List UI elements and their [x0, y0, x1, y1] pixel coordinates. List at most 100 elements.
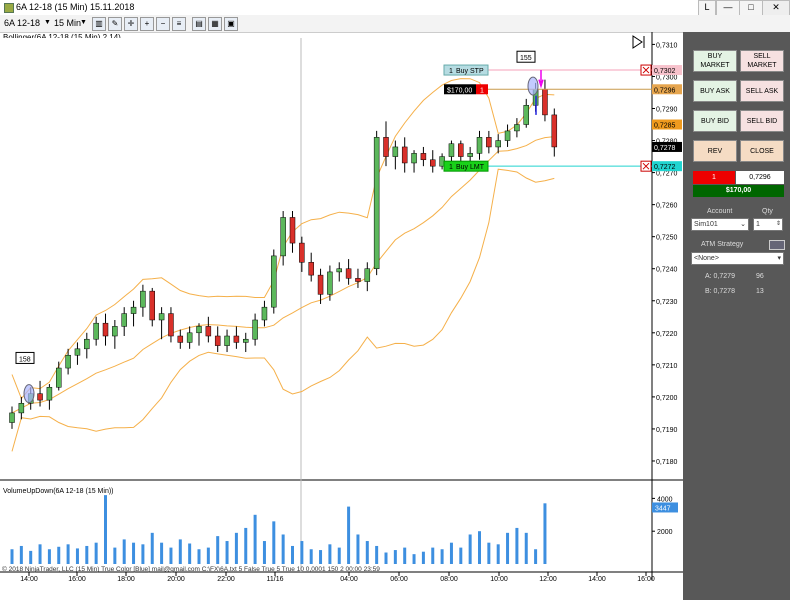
- volume-bar: [515, 527, 519, 564]
- buy-limit-qty: 1: [449, 164, 453, 171]
- help-button[interactable]: L: [698, 0, 716, 16]
- zoom-in-icon[interactable]: +: [140, 17, 154, 31]
- volume-bar: [449, 542, 453, 564]
- signal-ellipse-left: [23, 384, 35, 404]
- buy-bid-button[interactable]: BUY BID: [693, 110, 737, 132]
- volume-bar: [188, 543, 192, 564]
- volume-bar: [487, 542, 491, 564]
- candle-body: [486, 137, 492, 148]
- price-tick-label: 0,7230: [656, 299, 678, 306]
- candle-body: [65, 354, 71, 369]
- app-icon: [4, 3, 14, 13]
- bar-type-icon[interactable]: ▥: [92, 17, 106, 31]
- atm-strategy-label: ATM Strategy: [701, 241, 744, 248]
- price-panel[interactable]: [0, 38, 652, 477]
- candle-body: [289, 217, 296, 244]
- volume-bar: [291, 545, 294, 564]
- volume-bar: [197, 549, 201, 564]
- properties-icon[interactable]: ≡: [172, 17, 186, 31]
- close-button[interactable]: ✕: [762, 0, 790, 16]
- maximize-button[interactable]: □: [739, 0, 763, 16]
- candle-body: [196, 326, 202, 334]
- price-tag-upper-label: 0,7296: [654, 87, 676, 94]
- volume-bar: [150, 532, 154, 564]
- sell-market-button[interactable]: SELL MARKET: [740, 50, 784, 72]
- candle-body: [364, 268, 371, 282]
- candle-body: [112, 326, 118, 337]
- candle-body: [383, 137, 389, 157]
- volume-bar: [234, 532, 238, 564]
- sell-bid-button[interactable]: SELL BID: [740, 110, 784, 132]
- candle-body: [186, 332, 193, 343]
- candle-body: [243, 338, 249, 343]
- candle-body: [214, 335, 221, 346]
- candle-body: [299, 242, 305, 263]
- time-tick-label: 16:00: [637, 576, 655, 583]
- atm-strategy-select[interactable]: <None> ▾: [691, 252, 784, 265]
- atm-dropdown-icon[interactable]: ▾: [777, 253, 783, 264]
- candle-body: [336, 268, 342, 273]
- volume-bar: [347, 506, 351, 564]
- candle-body: [205, 326, 212, 337]
- price-tick-label: 0,7220: [656, 331, 678, 338]
- crosshair-icon[interactable]: ✛: [124, 17, 138, 31]
- pnl-tag-value: $170,00: [447, 87, 472, 94]
- interval-dropdown-icon[interactable]: ▼: [80, 16, 87, 30]
- volume-bar: [169, 547, 173, 564]
- title-bar: 6A 12-18 (15 Min) 15.11.2018 L — □ ✕: [0, 0, 790, 16]
- volume-bar: [534, 549, 538, 564]
- strategies-icon[interactable]: ▦: [208, 17, 222, 31]
- quantity-field[interactable]: 1 ⇕: [753, 218, 783, 231]
- volume-bar: [281, 534, 285, 564]
- candle-body: [177, 335, 184, 343]
- buy-stop-qty: 1: [449, 68, 453, 75]
- interval-selector[interactable]: 15 Min: [54, 16, 81, 30]
- chart-area[interactable]: 0,73100,73000,72900,72800,72700,72600,72…: [0, 32, 683, 600]
- position-quantity: 1: [693, 171, 735, 184]
- candle-body: [514, 124, 520, 132]
- time-tick-label: 04:00: [340, 576, 358, 583]
- zoom-out-icon[interactable]: −: [156, 17, 170, 31]
- volume-bar: [543, 503, 547, 564]
- candle-body: [411, 153, 417, 164]
- volume-tick-label: 2000: [657, 529, 673, 536]
- volume-bar: [160, 542, 164, 564]
- volume-bar: [478, 531, 481, 564]
- volume-bar: [57, 546, 61, 564]
- volume-bar: [47, 549, 51, 564]
- account-dropdown-icon[interactable]: ⌄: [740, 219, 748, 230]
- chart-trader-icon[interactable]: ▣: [224, 17, 238, 31]
- candle-body: [130, 306, 137, 314]
- ask-size: 96: [756, 273, 764, 280]
- qty-label: Qty: [762, 208, 773, 215]
- time-tick-label: 22:00: [217, 576, 235, 583]
- volume-bar: [524, 532, 528, 564]
- unrealized-pnl: $170,00: [693, 185, 784, 197]
- candle-body: [392, 146, 399, 157]
- time-tick-label: 14:00: [20, 576, 38, 583]
- price-tick-label: 0,7270: [656, 171, 678, 178]
- price-chart[interactable]: 0,73100,73000,72900,72800,72700,72600,72…: [0, 32, 683, 600]
- volume-bar: [85, 545, 89, 564]
- pencil-icon[interactable]: ✎: [108, 17, 122, 31]
- buy-market-button[interactable]: BUY MARKET: [693, 50, 737, 72]
- close-position-button[interactable]: CLOSE: [740, 140, 784, 162]
- minimize-button[interactable]: —: [716, 0, 740, 16]
- volume-bar: [94, 542, 98, 564]
- account-select[interactable]: Sim101 ⌄: [691, 218, 749, 231]
- price-tag-last-label: 0,7278: [654, 145, 676, 152]
- volume-bar: [319, 550, 323, 564]
- quantity-spinner-icon[interactable]: ⇕: [776, 219, 782, 230]
- sell-ask-button[interactable]: SELL ASK: [740, 80, 784, 102]
- candle-body: [280, 217, 286, 257]
- volume-tick-label: 4000: [657, 496, 673, 503]
- price-tick-label: 0,7200: [656, 395, 678, 402]
- instrument-selector[interactable]: 6A 12-18: [4, 16, 40, 30]
- volume-bar: [206, 547, 210, 564]
- buy-ask-button[interactable]: BUY ASK: [693, 80, 737, 102]
- indicators-icon[interactable]: ▤: [192, 17, 206, 31]
- atm-settings-icon[interactable]: [769, 240, 785, 250]
- reverse-button[interactable]: REV: [693, 140, 737, 162]
- volume-bar: [412, 554, 416, 564]
- instrument-dropdown-icon[interactable]: ▼: [44, 16, 51, 30]
